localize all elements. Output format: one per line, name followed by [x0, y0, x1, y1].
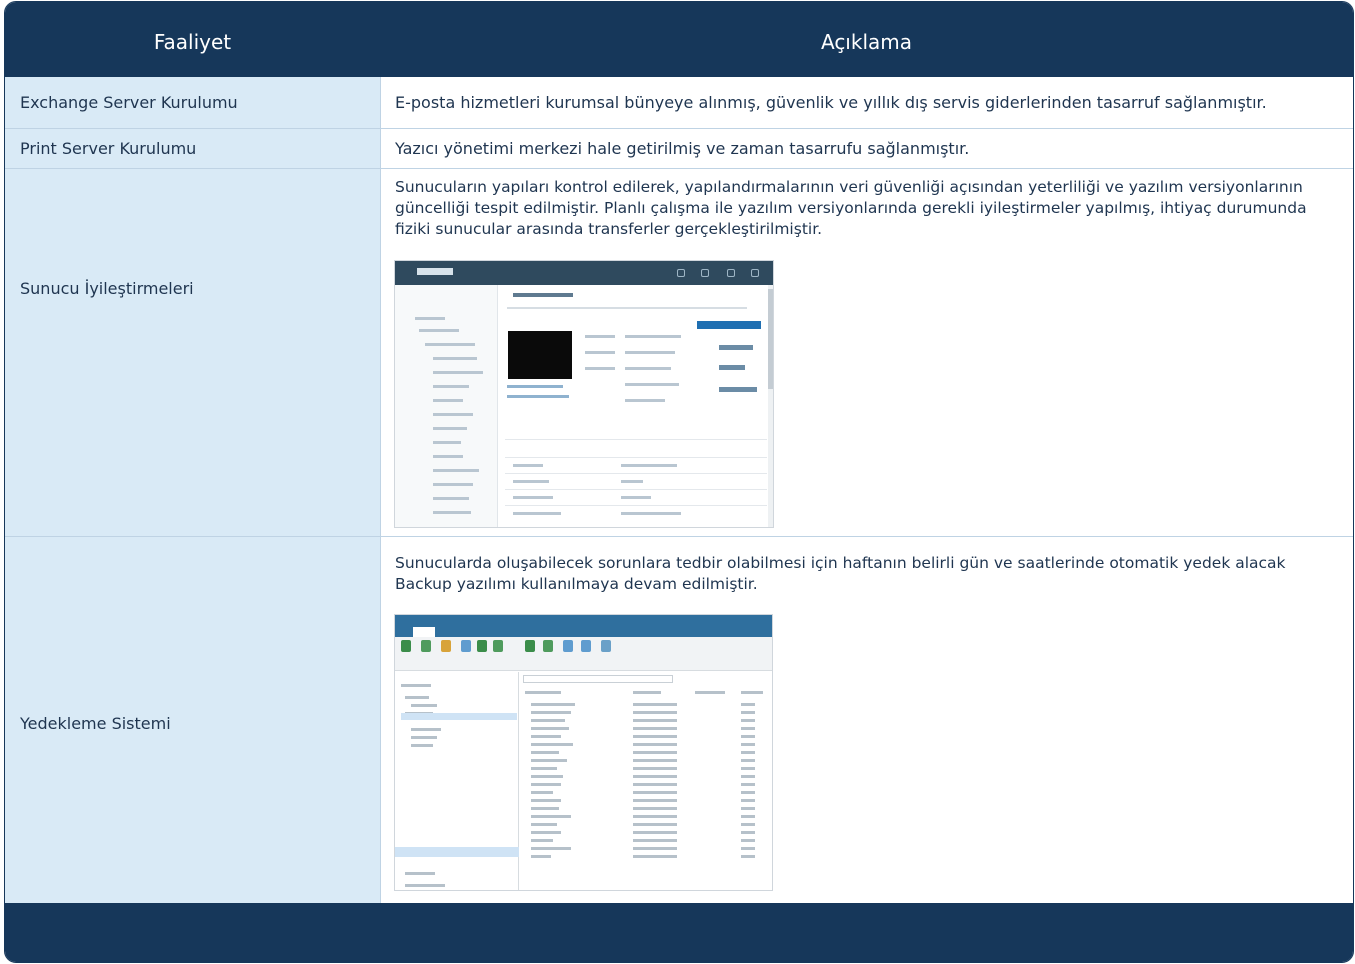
activity-cell: Sunucu İyileştirmeleri [5, 168, 380, 536]
description-cell: Sunucuların yapıları kontrol edilerek, y… [380, 168, 1353, 536]
table-row: Yedekleme Sistemi Sunucularda oluşabilec… [5, 536, 1353, 903]
activity-cell: Yedekleme Sistemi [5, 536, 380, 903]
table-row: Exchange Server Kurulumu E-posta hizmetl… [5, 77, 1353, 128]
description-cell: E-posta hizmetleri kurumsal bünyeye alın… [380, 77, 1353, 128]
header-activity: Faaliyet [153, 30, 232, 54]
description-text: Sunucularda oluşabilecek sorunlara tedbi… [395, 554, 1286, 593]
description-text: Sunucuların yapıları kontrol edilerek, y… [395, 178, 1307, 238]
description-cell: Yazıcı yönetimi merkezi hale getirilmiş … [380, 128, 1353, 168]
activity-cell: Print Server Kurulumu [5, 128, 380, 168]
activity-cell: Exchange Server Kurulumu [5, 77, 380, 128]
row-divider [5, 168, 1353, 169]
row-divider [5, 128, 1353, 129]
backup-software-screenshot-image [394, 614, 773, 891]
activity-label: Sunucu İyileştirmeleri [20, 279, 194, 298]
description-cell: Sunucularda oluşabilecek sorunlara tedbi… [380, 536, 1353, 903]
activity-table: Faaliyet Açıklama Exchange Server Kurulu… [4, 1, 1354, 963]
activity-label: Yedekleme Sistemi [20, 714, 171, 733]
table-header: Faaliyet Açıklama [5, 2, 1353, 77]
description-text: Yazıcı yönetimi merkezi hale getirilmiş … [395, 139, 970, 158]
table-row: Sunucu İyileştirmeleri Sunucuların yapıl… [5, 168, 1353, 536]
header-description: Açıklama [820, 30, 912, 54]
column-divider [380, 77, 381, 903]
table-row: Print Server Kurulumu Yazıcı yönetimi me… [5, 128, 1353, 168]
activity-label: Exchange Server Kurulumu [20, 93, 238, 112]
activity-label: Print Server Kurulumu [20, 139, 197, 158]
table-footer [5, 903, 1353, 962]
row-divider [5, 536, 1353, 537]
description-text: E-posta hizmetleri kurumsal bünyeye alın… [395, 93, 1267, 112]
vsphere-screenshot-image [394, 260, 774, 528]
